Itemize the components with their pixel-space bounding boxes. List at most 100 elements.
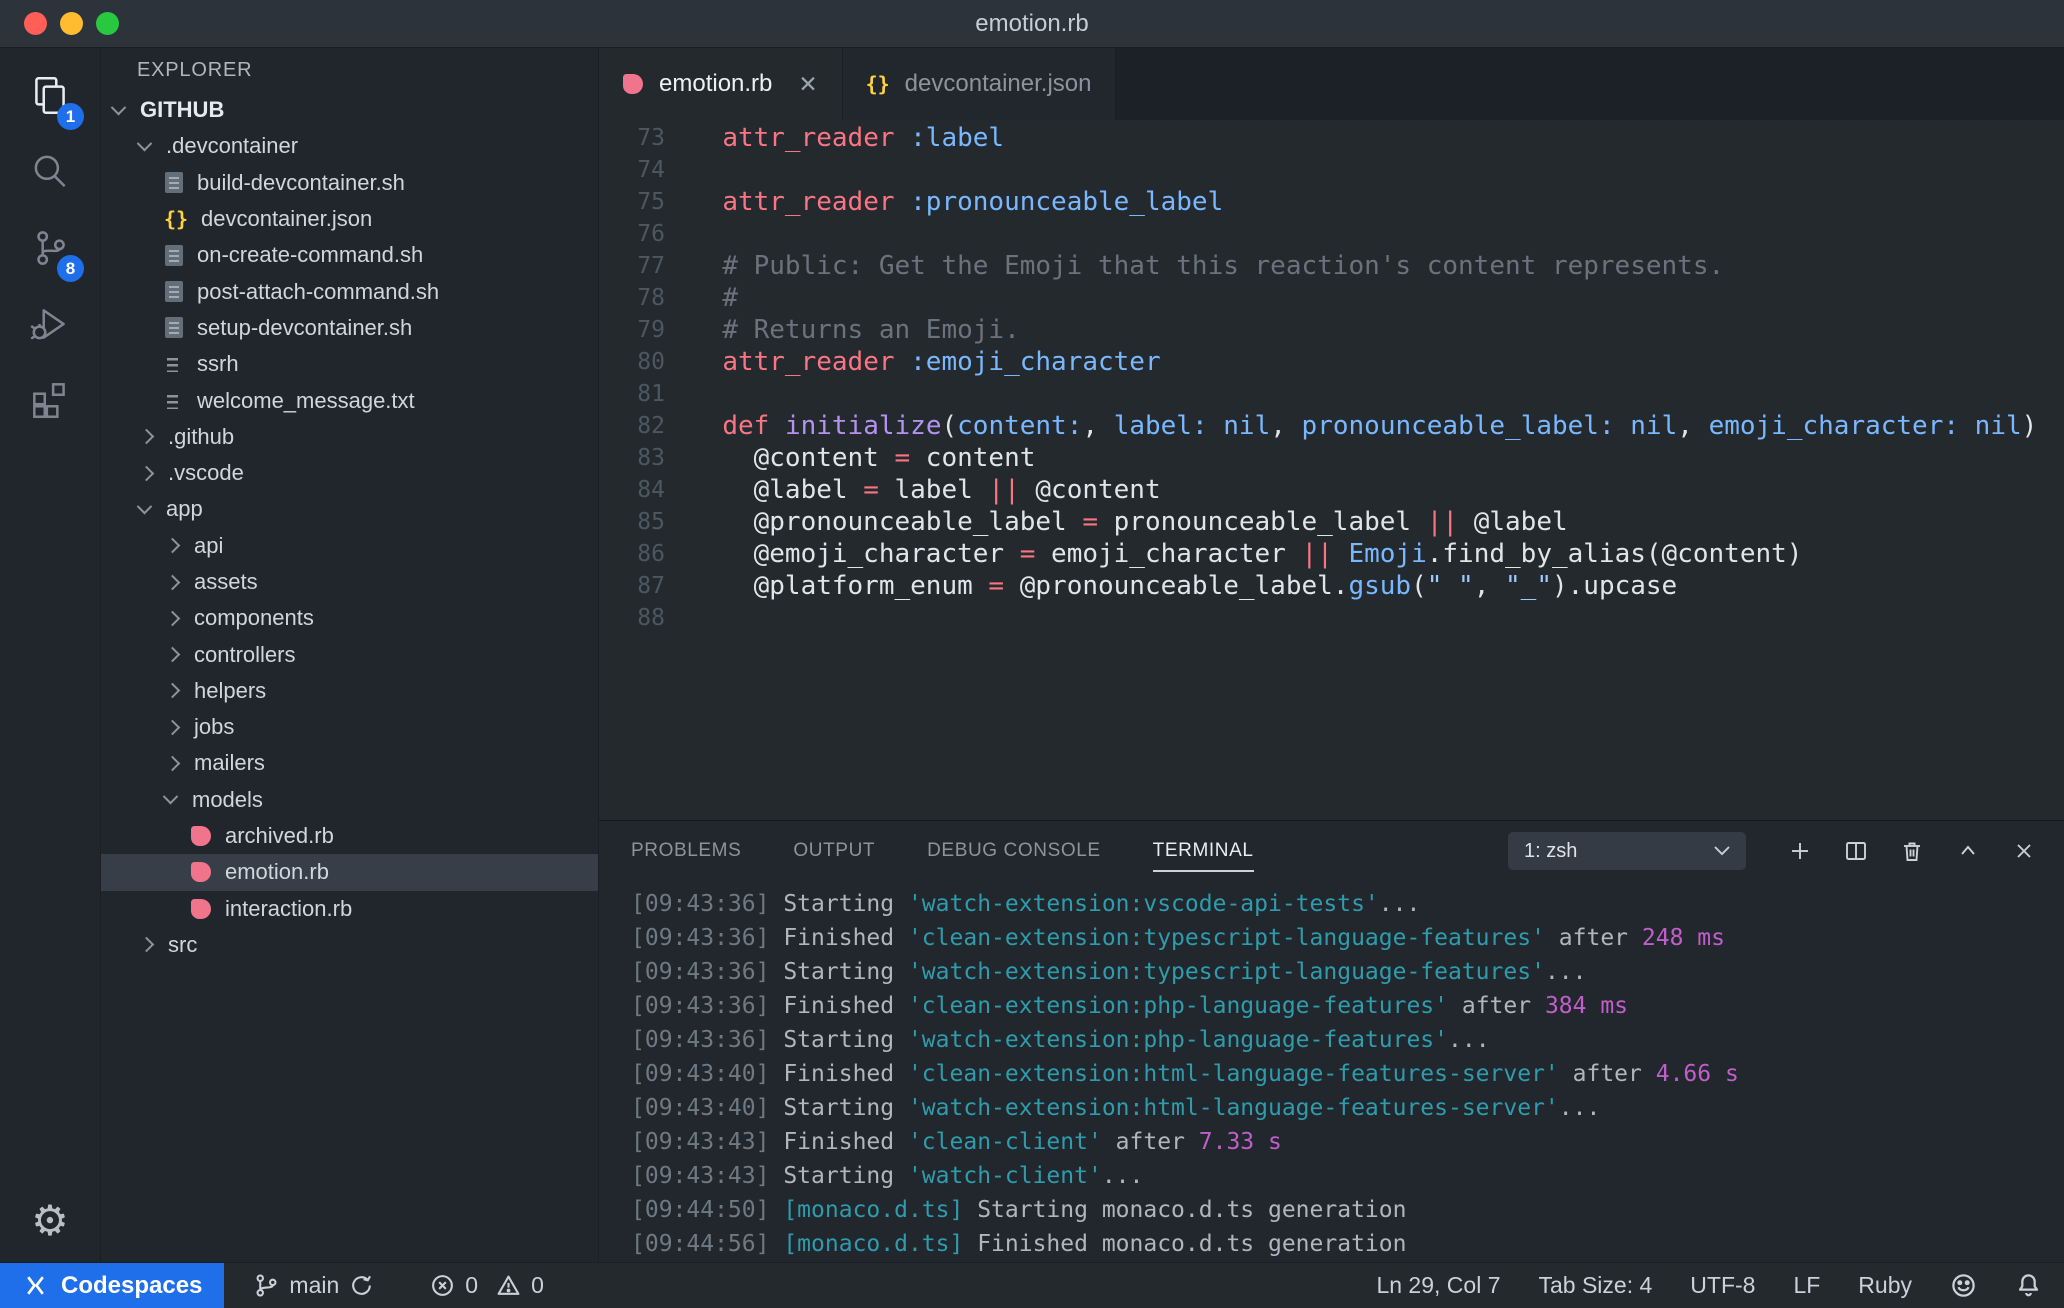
code-line-87: 87 @platform_enum = @pronounceable_label…	[599, 570, 2064, 602]
terminal-line: [09:44:56] [monaco.d.ts] Finished monaco…	[631, 1231, 1407, 1257]
tree-item-label: interaction.rb	[225, 895, 353, 921]
tree-item-welcome-message-txt[interactable]: welcome_message.txt	[101, 382, 598, 418]
ruby-file-icon	[191, 826, 211, 847]
tree-item-label: controllers	[194, 641, 296, 667]
maximize-panel-chevron-up-icon[interactable]	[1954, 837, 1982, 865]
source-control-icon[interactable]: 8	[14, 210, 86, 286]
code-editor[interactable]: 73 attr_reader :label 74 75 attr_reader :p…	[599, 120, 2064, 820]
line-number: 78	[637, 285, 665, 311]
tree-item-helpers[interactable]: helpers	[101, 673, 598, 709]
terminal-line: [09:43:40] Finished 'clean-extension:htm…	[631, 1061, 1739, 1087]
tree-item-label: .devcontainer	[166, 133, 299, 159]
language-mode[interactable]: Ruby	[1858, 1272, 1912, 1299]
code-line-76: 76	[599, 218, 2064, 250]
tree-item-app[interactable]: app	[101, 491, 598, 527]
kill-terminal-trash-icon[interactable]	[1898, 837, 1926, 865]
text-file-icon	[165, 354, 183, 374]
tree-item-label: .github	[168, 423, 235, 449]
line-number: 81	[637, 381, 665, 407]
eol-sequence[interactable]: LF	[1793, 1272, 1820, 1299]
run-debug-icon[interactable]	[14, 286, 86, 362]
line-number: 88	[637, 605, 665, 631]
panel-tab-debug-console[interactable]: DEBUG CONSOLE	[927, 821, 1101, 881]
notifications-bell-icon[interactable]	[2015, 1272, 2042, 1299]
tree-item-devcontainer[interactable]: .devcontainer	[101, 128, 598, 164]
codespaces-remote-indicator[interactable]: Codespaces	[0, 1263, 225, 1308]
tree-item-src[interactable]: src	[101, 927, 598, 963]
tab-size[interactable]: Tab Size: 4	[1538, 1272, 1652, 1299]
extensions-icon[interactable]	[14, 362, 86, 438]
code-line-74: 74	[599, 154, 2064, 186]
terminal-output[interactable]: [09:43:36] Starting 'watch-extension:vsc…	[599, 881, 2064, 1262]
tree-item-post-attach-command-sh[interactable]: post-attach-command.sh	[101, 273, 598, 309]
code-line-77: 77 # Public: Get the Emoji that this rea…	[599, 250, 2064, 282]
terminal-line: [09:43:36] Finished 'clean-extension:typ…	[631, 925, 1725, 951]
problems-indicator[interactable]: 0 0	[430, 1272, 544, 1299]
line-number: 75	[637, 189, 665, 215]
terminal-selector-dropdown[interactable]: 1: zsh	[1508, 832, 1746, 870]
tree-item-label: src	[168, 931, 198, 957]
encoding[interactable]: UTF-8	[1690, 1272, 1755, 1299]
tree-item-label: devcontainer.json	[201, 206, 373, 232]
chevron-down-icon	[136, 135, 153, 152]
explorer-icon[interactable]: 1	[14, 58, 86, 134]
chevron-down-icon	[110, 99, 127, 116]
code-line-80: 80 attr_reader :emoji_character	[599, 346, 2064, 378]
panel-tab-problems[interactable]: PROBLEMS	[631, 821, 741, 881]
tree-item-github[interactable]: .github	[101, 419, 598, 455]
code-line-85: 85 @pronounceable_label = pronounceable_…	[599, 506, 2064, 538]
tree-item-on-create-command-sh[interactable]: on-create-command.sh	[101, 237, 598, 273]
cursor-position[interactable]: Ln 29, Col 7	[1376, 1272, 1500, 1299]
settings-gear-icon[interactable]: ⚙	[0, 1192, 100, 1248]
tree-item-api[interactable]: api	[101, 528, 598, 564]
feedback-smiley-icon[interactable]	[1950, 1272, 1977, 1299]
split-terminal-icon[interactable]	[1842, 837, 1870, 865]
tree-item-interaction-rb[interactable]: interaction.rb	[101, 891, 598, 927]
code-line-82: 82 def initialize(content:, label: nil, …	[599, 410, 2064, 442]
source-control-badge: 8	[57, 255, 84, 282]
tree-item-ssrh[interactable]: ssrh	[101, 346, 598, 382]
chevron-right-icon	[164, 719, 181, 735]
tree-item-jobs[interactable]: jobs	[101, 709, 598, 745]
title-bar: emotion.rb	[0, 0, 2064, 48]
close-tab-icon[interactable]: ✕	[798, 71, 817, 98]
branch-icon	[256, 1274, 277, 1297]
terminal-line: [09:43:36] Starting 'watch-extension:typ…	[631, 959, 1587, 985]
chevron-right-icon	[164, 574, 181, 590]
tree-item-emotion-rb[interactable]: emotion.rb	[101, 854, 598, 891]
panel-tab-output[interactable]: OUTPUT	[793, 821, 875, 881]
tree-item-label: api	[194, 532, 224, 558]
tree-item-assets[interactable]: assets	[101, 564, 598, 600]
tab-emotion-rb[interactable]: emotion.rb ✕	[599, 48, 843, 120]
tree-item-github[interactable]: GITHUB	[101, 92, 598, 128]
code-line-78: 78 #	[599, 282, 2064, 314]
json-file-icon	[867, 73, 889, 95]
panel-tab-terminal[interactable]: TERMINAL	[1152, 821, 1254, 881]
chevron-down-icon	[1714, 846, 1730, 856]
tab-devcontainer-json[interactable]: devcontainer.json	[842, 48, 1117, 120]
json-file-icon	[165, 208, 187, 230]
tree-item-vscode[interactable]: .vscode	[101, 455, 598, 491]
terminal-line: [09:44:50] [monaco.d.ts] Starting monaco…	[631, 1197, 1407, 1223]
chevron-right-icon	[164, 646, 181, 663]
warning-count: 0	[531, 1272, 544, 1298]
close-panel-icon[interactable]	[2010, 837, 2038, 865]
tree-item-setup-devcontainer-sh[interactable]: setup-devcontainer.sh	[101, 310, 598, 346]
search-icon[interactable]	[14, 134, 86, 210]
tree-item-models[interactable]: models	[101, 782, 598, 818]
line-number: 82	[637, 413, 665, 439]
chevron-down-icon	[162, 789, 179, 805]
tree-item-controllers[interactable]: controllers	[101, 636, 598, 672]
tree-item-build-devcontainer-sh[interactable]: build-devcontainer.sh	[101, 165, 598, 201]
tree-item-devcontainer-json[interactable]: devcontainer.json	[101, 201, 598, 237]
terminal-line: [09:43:36] Finished 'clean-extension:php…	[631, 993, 1629, 1019]
tree-item-components[interactable]: components	[101, 600, 598, 636]
panel-header: PROBLEMS OUTPUT DEBUG CONSOLE TERMINAL 1: z…	[599, 821, 2064, 881]
sidebar-header: EXPLORER	[137, 58, 253, 81]
tree-item-label: assets	[194, 569, 258, 594]
new-terminal-icon[interactable]	[1786, 837, 1814, 865]
tree-item-archived-rb[interactable]: archived.rb	[101, 818, 598, 854]
tree-item-mailers[interactable]: mailers	[101, 745, 598, 781]
git-branch-indicator[interactable]: main	[254, 1272, 374, 1299]
tree-item-label: models	[192, 786, 263, 812]
